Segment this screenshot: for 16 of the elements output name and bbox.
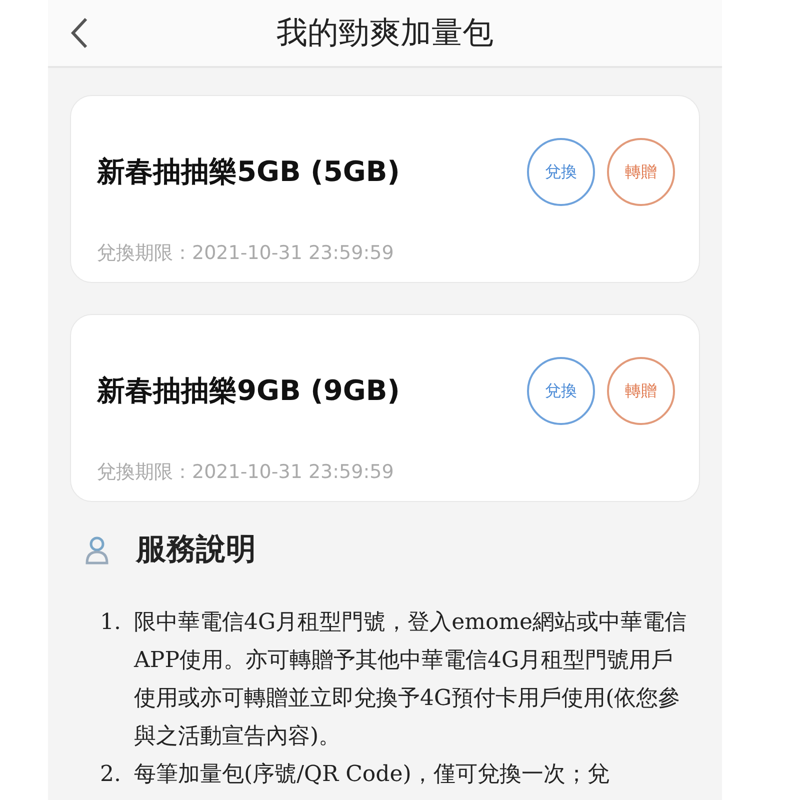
expiry-date: 兌換期限：2021-10-31 23:59:59 [97, 460, 395, 485]
note-text: 限中華電信4G月租型門號，登入emome網站或中華電信APP使用。亦可轉贈予其他中華電信4G月租型門號用戶使用或亦可轉贈並立即兌換予4G預付卡用戶使用(依您參與之活動宣告內容)。 [134, 609, 688, 751]
transfer-button[interactable]: 轉贈 [607, 138, 675, 206]
back-icon[interactable] [70, 17, 88, 49]
person-icon [84, 534, 110, 564]
note-number: 1. [100, 609, 122, 637]
transfer-button[interactable]: 轉贈 [607, 357, 675, 425]
expiry-date: 兌換期限：2021-10-31 23:59:59 [97, 241, 395, 266]
package-name: 新春抽抽樂9GB (9GB) [97, 373, 400, 409]
note-number: 2. [100, 761, 122, 789]
note-text: 每筆加量包(序號/QR Code)，僅可兌換一次；兌 [134, 761, 610, 789]
section-title: 服務說明 [136, 531, 256, 569]
redeem-button[interactable]: 兌換 [527, 357, 595, 425]
package-name: 新春抽抽樂5GB (5GB) [97, 154, 400, 190]
redeem-button[interactable]: 兌換 [527, 138, 595, 206]
page-title: 我的勁爽加量包 [276, 14, 494, 53]
